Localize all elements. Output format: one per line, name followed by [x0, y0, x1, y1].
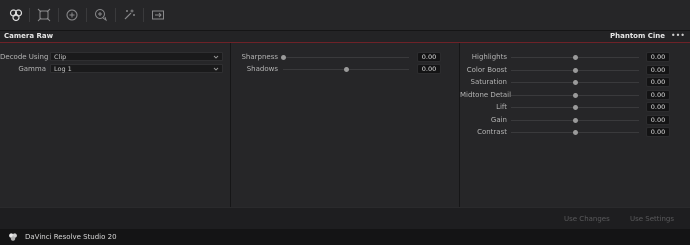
value-field[interactable]: 0.00: [646, 64, 670, 75]
slider-label: Lift: [496, 103, 507, 111]
slider-label: Saturation: [470, 78, 508, 86]
slider-label: Sharpness: [241, 53, 278, 61]
panel-header: Camera Raw Phantom Cine •••: [0, 31, 690, 43]
panel-title: Camera Raw: [4, 32, 54, 40]
slider-handle[interactable]: [573, 55, 578, 60]
add-node-icon[interactable]: [64, 7, 80, 23]
toolbar-divider: [143, 8, 144, 22]
slider-label: Midtone Detail: [460, 90, 512, 99]
camera-raw-panel: Decode Using Clip Gamma Log 1 Sharpness 0…: [0, 43, 690, 207]
value-field[interactable]: 0.00: [417, 64, 441, 74]
slider-handle[interactable]: [573, 130, 578, 135]
davinci-logo-icon: [9, 233, 17, 241]
gamma-label: Gamma: [18, 65, 46, 73]
chevron-down-icon: [213, 55, 219, 59]
magic-mask-icon[interactable]: [121, 7, 137, 23]
more-options-icon[interactable]: •••: [671, 31, 685, 40]
toolbar-divider: [29, 8, 30, 22]
decode-using-dropdown[interactable]: Clip: [50, 52, 223, 61]
status-bar: DaVinci Resolve Studio 20: [0, 229, 690, 245]
slider-label: Contrast: [477, 128, 507, 136]
decode-using-value: Clip: [54, 53, 67, 61]
value-field[interactable]: 0.00: [646, 52, 670, 62]
add-serial-node-icon[interactable]: [93, 7, 109, 23]
slider-handle[interactable]: [573, 92, 578, 98]
app-name: DaVinci Resolve Studio 20: [25, 233, 117, 241]
toolbar-divider: [86, 8, 87, 22]
slider-handle[interactable]: [344, 67, 349, 72]
slider-handle[interactable]: [573, 105, 578, 110]
slider-handle[interactable]: [573, 80, 578, 85]
gamma-dropdown[interactable]: Log 1: [50, 64, 223, 73]
use-changes-button[interactable]: Use Changes: [564, 215, 610, 223]
decode-using-label: Decode Using: [0, 53, 49, 61]
value-field[interactable]: 0.00: [417, 52, 441, 62]
gamma-value: Log 1: [54, 65, 72, 73]
raw-source-label: Phantom Cine: [610, 32, 665, 40]
use-settings-button[interactable]: Use Settings: [630, 215, 674, 223]
value-field[interactable]: 0.00: [646, 114, 670, 125]
slider-label: Highlights: [471, 53, 507, 61]
sizing-icon[interactable]: [36, 7, 52, 23]
toolbar-divider: [115, 8, 116, 22]
slider-label: Shadows: [246, 65, 278, 73]
slider-handle[interactable]: [281, 55, 286, 60]
value-field[interactable]: 0.00: [646, 77, 670, 87]
slider-handle[interactable]: [573, 67, 578, 73]
toolbar-divider: [58, 8, 59, 22]
value-field[interactable]: 0.00: [646, 89, 670, 100]
chevron-down-icon: [213, 67, 219, 71]
camera-raw-icon[interactable]: [8, 7, 24, 23]
slider-track[interactable]: [283, 57, 409, 58]
image-wipe-icon[interactable]: [150, 7, 166, 23]
value-field[interactable]: 0.00: [646, 127, 670, 137]
panel-footer: Use Changes Use Settings: [0, 207, 690, 229]
slider-handle[interactable]: [573, 117, 578, 123]
slider-label: Gain: [490, 115, 507, 124]
slider-label: Color Boost: [466, 65, 507, 74]
value-field[interactable]: 0.00: [646, 102, 670, 112]
toolbar: [0, 0, 690, 31]
